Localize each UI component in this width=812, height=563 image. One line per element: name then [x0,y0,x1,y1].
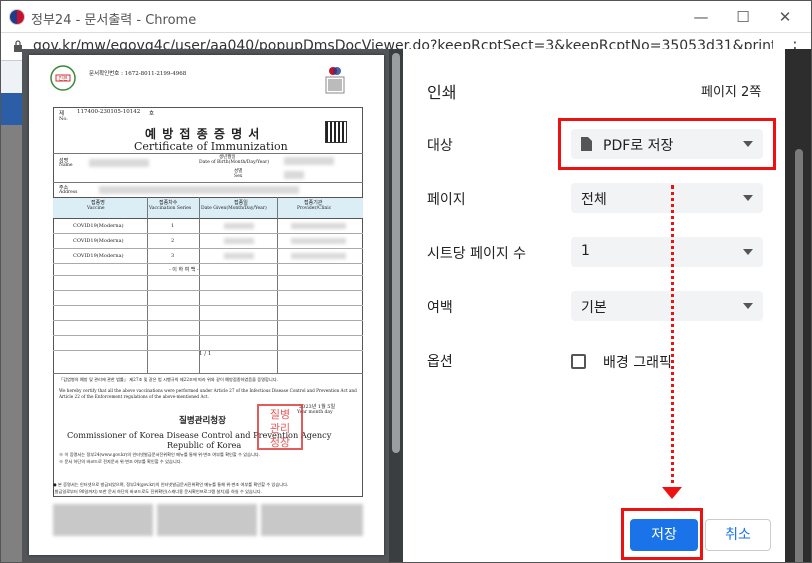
page-count: 페이지 2쪽 [701,85,762,100]
cancel-button[interactable]: 취소 [705,519,771,551]
chevron-down-icon [743,249,753,255]
print-settings-panel: 인쇄 페이지 2쪽 대상 PDF로 저장 페이지 전체 시트당 페이지 수 1 … [403,49,785,562]
redacted-address [99,186,299,194]
col-provider-kr: 접종기관 [304,200,323,206]
barcode-1 [53,504,153,536]
destination-label: 대상 [427,138,453,154]
row-3-series: 3 [171,253,175,259]
cert-number: 117400-230105-10142 [77,109,141,115]
barcode-2 [157,504,257,536]
certification-text-kr: 「감염병의 예방 및 관리에 관한 법률」 제27조 및 같은 법 시행규칙 제… [59,377,278,382]
col-provider-en: Provider/Clinic [297,206,332,211]
col-vaccine-kr: 접종명 [91,200,105,206]
title-english: Certificate of Immunization [134,140,288,153]
annotation-arrow-head-icon [662,487,682,499]
row-1-vaccine: COVID19(Moderna) [73,223,124,229]
footer-note-4: (발급일로부터 90일까지) 또한 문서 하단의 바코드로도 진위확인(스캐너용… [53,489,262,494]
close-button[interactable]: ✕ [775,7,795,27]
qr-code [325,121,347,143]
agency-logo-icon: 진본 [50,65,76,91]
issue-number: 문서확인번호 : 1672-8011-2199-4968 [89,71,187,77]
no-label: No. [59,116,68,122]
print-heading: 인쇄 [427,83,457,102]
pages-label: 페이지 [427,192,466,208]
chevron-down-icon [743,195,753,201]
margins-value: 기본 [581,300,607,316]
annotation-box-destination [558,118,776,170]
document-page: 진본 문서확인번호 : 1672-8011-2199-4968 제 No. 11… [29,55,384,555]
gov-logo-icon [9,9,25,25]
redacted-name [89,159,149,167]
col-date-en: Date Given(Month/Day/Year) [201,206,267,211]
sex-label-en: Sex [234,174,243,179]
maximize-button[interactable]: ☐ [733,7,753,27]
annotation-arrow-line [671,185,674,491]
col-series-kr: 접종차수 [159,200,178,206]
row-2-series: 2 [171,238,175,244]
browser-window: 정부24 - 문서출력 - Chrome — ☐ ✕ gov.kr/mw/ego… [0,0,812,563]
col-date-kr: 접종일 [234,200,248,206]
window-title: 정부24 - 문서출력 - Chrome [31,13,197,28]
agency-name-kr: 질병관리청장 [179,416,226,426]
footer-note-1: ※ 이 증명서는 정부24(www.gov.kr)의 인터넷발급문서진위확인 메… [59,452,261,457]
blank-marker: - 이 하 여 백 - [169,267,199,273]
pages-per-sheet-select[interactable]: 1 [571,237,763,267]
address-label-en: Address [59,190,78,195]
row-1-series: 1 [171,223,175,229]
pages-select[interactable]: 전체 [571,183,763,213]
footer-note-3: ● 본 증명서는 인터넷으로 발급되었으며, 정부24(gov.kr)의 인터넷… [53,482,289,487]
page-number: 1 / 1 [199,351,212,357]
pages-per-sheet-value: 1 [581,243,590,259]
redacted-dob [284,157,334,165]
pages-value: 전체 [581,192,607,208]
barcode-3 [261,504,363,536]
options-label: 옵션 [427,354,453,370]
dob-label-en: Date of Birth(Month/Day/Year) [199,160,269,165]
row-2-vaccine: COVID19(Moderna) [73,238,124,244]
col-vaccine-en: Vaccine [87,206,105,211]
margins-select[interactable]: 기본 [571,291,763,321]
pages-per-sheet-label: 시트당 페이지 수 [427,246,527,262]
certification-text-en: We hereby certify that all the above vac… [59,388,357,399]
svg-text:진본: 진본 [58,75,68,82]
save-button[interactable]: 저장 [630,519,698,551]
issue-date: 2023년 1월 5일 [299,404,336,410]
title-bar: 정부24 - 문서출력 - Chrome — ☐ ✕ [1,1,811,33]
agency-name-en-2: Republic of Korea [167,440,242,450]
background-graphics-label: 배경 그래픽 [603,355,672,371]
background-graphics-checkbox[interactable] [571,354,586,369]
preview-scrollbar[interactable] [389,49,403,562]
redacted-sex [284,171,304,179]
row-3-vaccine: COVID19(Moderna) [73,253,124,259]
settings-scrollbar[interactable] [785,49,811,562]
minimize-button[interactable]: — [691,7,711,27]
name-label-en: Name [59,163,73,168]
col-series-en: Vaccination Series [149,206,192,211]
cert-number-suffix: 호 [149,111,155,117]
margins-label: 여백 [427,300,453,316]
footer-note-2: ※ 문서 하단의 바코드로 전자문서 위·변조 여부를 확인할 수 있습니다. [59,459,182,464]
official-seal: 질병 관리 청장 [257,404,303,450]
gov-emblem-icon [325,67,345,94]
print-preview: 진본 문서확인번호 : 1672-8011-2199-4968 제 No. 11… [22,49,403,562]
chevron-down-icon [743,303,753,309]
